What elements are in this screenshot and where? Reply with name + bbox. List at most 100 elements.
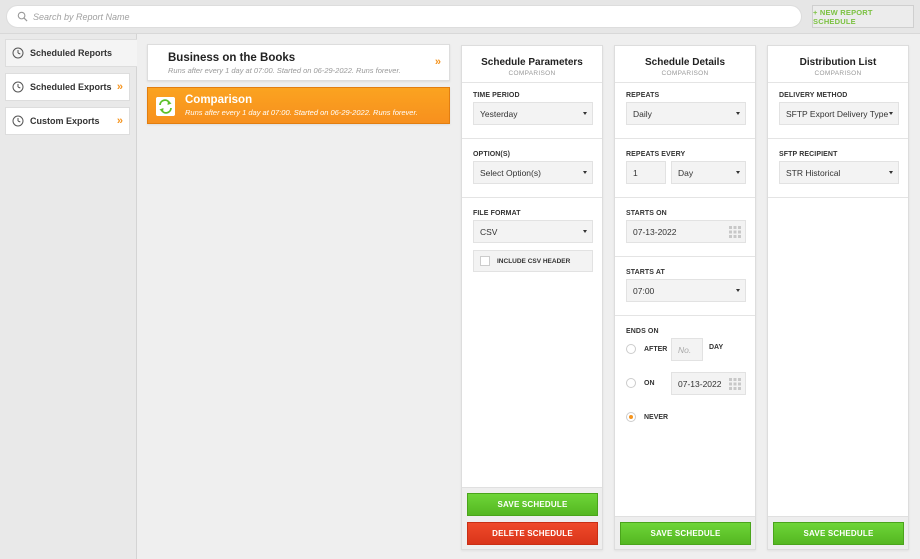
delete-schedule-button[interactable]: DELETE SCHEDULE	[467, 522, 598, 545]
radio-label: ON	[644, 379, 655, 387]
chevron-right-icon: »	[434, 56, 441, 68]
caret-down-icon	[736, 112, 740, 115]
clock-icon	[12, 81, 24, 93]
report-title: Comparison	[185, 94, 253, 106]
panel-subtitle: COMPARISON	[661, 70, 709, 77]
report-subtitle: Runs after every 1 day at 07:00. Started…	[168, 66, 401, 75]
ends-after-option[interactable]: AFTER	[626, 344, 667, 354]
options-select[interactable]: Select Option(s)	[473, 161, 593, 184]
checkbox-label: INCLUDE CSV HEADER	[497, 257, 571, 265]
schedule-parameters-panel: Schedule Parameters COMPARISON TIME PERI…	[461, 45, 603, 550]
search-input[interactable]	[33, 11, 733, 22]
report-item-business-on-the-books[interactable]: Business on the Books Runs after every 1…	[147, 44, 450, 81]
sidebar-item-custom-exports[interactable]: Custom Exports »	[5, 107, 130, 135]
include-csv-header-toggle[interactable]: INCLUDE CSV HEADER	[473, 250, 593, 272]
date-value: 07-13-2022	[678, 378, 722, 389]
radio-label: NEVER	[644, 413, 669, 421]
save-schedule-button[interactable]: SAVE SCHEDULE	[620, 522, 751, 545]
repeats-every-unit-select[interactable]: Day	[671, 161, 746, 184]
select-value: SFTP Export Delivery Type	[786, 108, 889, 119]
panel-header: Schedule Parameters COMPARISON	[462, 46, 602, 83]
clock-icon	[12, 115, 24, 127]
ends-on-option[interactable]: ON	[626, 378, 655, 388]
chevron-right-icon: »	[116, 115, 123, 127]
ends-on-date-input[interactable]: 07-13-2022	[671, 372, 746, 395]
select-value: STR Historical	[786, 167, 841, 178]
repeats-label: REPEATS	[626, 92, 660, 99]
panel-subtitle: COMPARISON	[814, 70, 862, 77]
options-label: OPTION(S)	[473, 151, 511, 158]
sidebar-item-scheduled-exports[interactable]: Scheduled Exports »	[5, 73, 130, 101]
top-bar: + NEW REPORT SCHEDULE	[0, 0, 920, 34]
day-label: DAY	[709, 344, 724, 351]
chevron-right-icon: »	[116, 81, 123, 93]
caret-down-icon	[583, 112, 587, 115]
save-schedule-button[interactable]: SAVE SCHEDULE	[773, 522, 904, 545]
caret-down-icon	[736, 171, 740, 174]
divider	[615, 138, 755, 139]
sidebar-item-scheduled-reports[interactable]: Scheduled Reports	[5, 39, 137, 67]
delivery-method-label: DELIVERY METHOD	[779, 92, 848, 99]
after-radio[interactable]	[626, 344, 636, 354]
never-radio[interactable]	[626, 412, 636, 422]
file-format-select[interactable]: CSV	[473, 220, 593, 243]
panel-subtitle: COMPARISON	[508, 70, 556, 77]
select-value: Daily	[633, 108, 652, 119]
on-radio[interactable]	[626, 378, 636, 388]
ends-never-option[interactable]: NEVER	[626, 412, 668, 422]
include-csv-header-checkbox[interactable]	[480, 256, 490, 266]
file-format-label: FILE FORMAT	[473, 210, 521, 217]
caret-down-icon	[736, 289, 740, 292]
time-period-select[interactable]: Yesterday	[473, 102, 593, 125]
save-schedule-button[interactable]: SAVE SCHEDULE	[467, 493, 598, 516]
select-value: 07:00	[633, 285, 655, 296]
repeats-every-label: REPEATS EVERY	[626, 151, 686, 158]
starts-on-label: STARTS ON	[626, 210, 667, 217]
panel-header: Schedule Details COMPARISON	[615, 46, 755, 83]
search-icon	[17, 11, 28, 22]
sidebar: Scheduled Reports Scheduled Exports » Cu…	[0, 34, 137, 559]
divider	[615, 197, 755, 198]
panel-title: Distribution List	[799, 57, 877, 68]
caret-down-icon	[583, 171, 587, 174]
repeats-every-input[interactable]: 1	[626, 161, 666, 184]
calendar-icon[interactable]	[729, 378, 741, 390]
sidebar-item-label: Scheduled Exports	[30, 82, 112, 92]
calendar-icon[interactable]	[729, 226, 741, 238]
new-report-schedule-button[interactable]: + NEW REPORT SCHEDULE	[812, 5, 914, 28]
schedule-details-panel: Schedule Details COMPARISON REPEATS Dail…	[614, 45, 756, 550]
repeats-select[interactable]: Daily	[626, 102, 746, 125]
swap-icon	[156, 97, 175, 116]
divider	[768, 138, 908, 139]
sidebar-item-label: Scheduled Reports	[30, 48, 113, 58]
divider	[615, 315, 755, 316]
sftp-recipient-label: SFTP RECIPIENT	[779, 151, 838, 158]
panel-header: Distribution List COMPARISON	[768, 46, 908, 83]
report-subtitle: Runs after every 1 day at 07:00. Started…	[185, 108, 418, 117]
starts-at-select[interactable]: 07:00	[626, 279, 746, 302]
report-item-comparison[interactable]: Comparison Runs after every 1 day at 07:…	[147, 87, 450, 124]
sidebar-item-label: Custom Exports	[30, 116, 100, 126]
starts-on-date-input[interactable]: 07-13-2022	[626, 220, 746, 243]
ends-on-label: ENDS ON	[626, 328, 659, 335]
divider	[462, 197, 602, 198]
report-title: Business on the Books	[168, 52, 296, 64]
select-value: Yesterday	[480, 108, 518, 119]
ends-after-count-input[interactable]: No.	[671, 338, 703, 361]
starts-at-label: STARTS AT	[626, 269, 665, 276]
date-value: 07-13-2022	[633, 226, 677, 237]
clock-icon	[12, 47, 24, 59]
delivery-method-select[interactable]: SFTP Export Delivery Type	[779, 102, 899, 125]
select-value: CSV	[480, 226, 498, 237]
divider	[615, 256, 755, 257]
panel-title: Schedule Details	[644, 57, 726, 68]
caret-down-icon	[889, 171, 893, 174]
select-value: Day	[678, 167, 694, 178]
caret-down-icon	[889, 112, 893, 115]
caret-down-icon	[583, 230, 587, 233]
sftp-recipient-select[interactable]: STR Historical	[779, 161, 899, 184]
select-value: Select Option(s)	[480, 167, 541, 178]
search-bar[interactable]	[6, 5, 802, 28]
divider	[462, 138, 602, 139]
time-period-label: TIME PERIOD	[473, 92, 520, 99]
